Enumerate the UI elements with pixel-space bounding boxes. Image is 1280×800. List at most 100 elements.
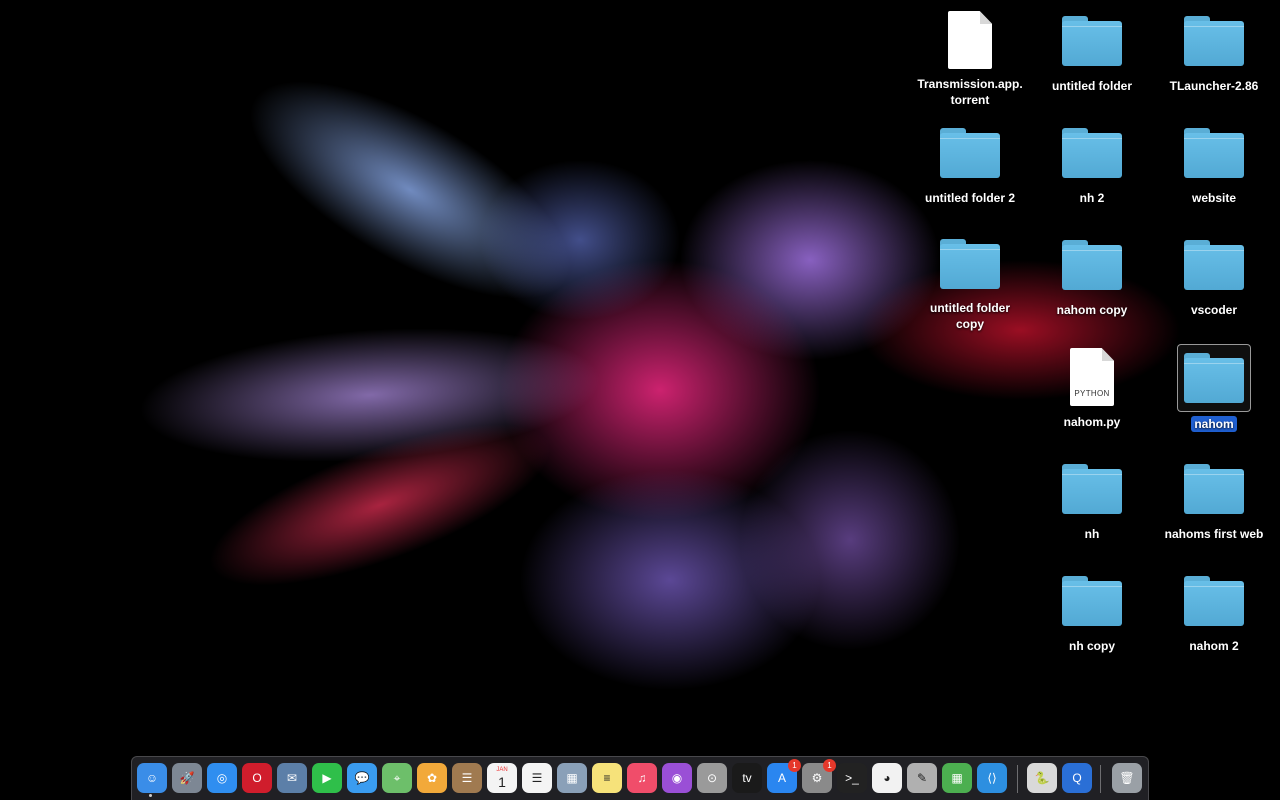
terminal-icon-glyph: >_ xyxy=(845,771,859,785)
app-store-icon-glyph: A xyxy=(777,771,786,785)
trash-icon[interactable]: 🗑 xyxy=(1112,763,1142,793)
podcasts-icon[interactable]: ◉ xyxy=(662,763,692,793)
desktop-icon-nh-copy[interactable]: nh copy xyxy=(1032,564,1152,668)
desktop-icon-label: untitled folder copy xyxy=(930,301,1010,331)
folder-icon xyxy=(940,239,1000,289)
desktop-icon-nahoms-first-web[interactable]: nahoms first web xyxy=(1154,452,1274,556)
disk-utility-icon-glyph: ⊙ xyxy=(706,771,718,785)
desktop-icon-label: nahom xyxy=(1191,416,1237,432)
folder-icon xyxy=(1184,464,1244,514)
folder-icon xyxy=(1062,576,1122,626)
desktop-icon-nh[interactable]: nh xyxy=(1032,452,1152,556)
launchpad-icon[interactable]: 🚀 xyxy=(172,763,202,793)
disk-utility-icon[interactable]: ⊙ xyxy=(697,763,727,793)
trash-icon-glyph: 🗑 xyxy=(1119,771,1135,785)
facetime-icon-glyph: ▶ xyxy=(322,771,332,785)
desktop-icon-nahom-py[interactable]: PYTHON nahom.py xyxy=(1032,340,1152,444)
preview-icon[interactable]: ▦ xyxy=(557,763,587,793)
music-icon[interactable]: ♫ xyxy=(627,763,657,793)
notes-icon[interactable]: ≡ xyxy=(592,763,622,793)
desktop-icon-nahom-2[interactable]: nahom 2 xyxy=(1154,564,1274,668)
maps-icon[interactable]: ⌖ xyxy=(382,763,412,793)
calendar-month-text: JAN xyxy=(496,766,508,773)
minecraft-launcher-icon[interactable]: ▦ xyxy=(942,763,972,793)
opera-icon[interactable]: O xyxy=(242,763,272,793)
apple-tv-icon-glyph: tv xyxy=(742,771,752,785)
maps-icon-glyph: ⌖ xyxy=(393,770,401,785)
calendar-day-text: 1 xyxy=(498,773,506,790)
desktop-icon-untitled-folder-copy[interactable]: untitled folder copy xyxy=(910,228,1030,332)
system-preferences-icon-glyph: ⚙ xyxy=(811,771,823,785)
dock-separator xyxy=(1017,765,1018,793)
chrome-icon[interactable]: ◕ xyxy=(872,763,902,793)
desktop-icon-untitled-folder-2[interactable]: untitled folder 2 xyxy=(910,116,1030,220)
desktop-icon-label: nh xyxy=(1084,527,1100,541)
desktop-icon-website[interactable]: website xyxy=(1154,116,1274,220)
desktop-icon-vscoder[interactable]: vscoder xyxy=(1154,228,1274,332)
desktop-icon-label: nahom.py xyxy=(1063,415,1121,429)
desktop-icon-label: nh copy xyxy=(1068,639,1115,653)
dock-separator xyxy=(1100,765,1101,793)
reminders-icon[interactable]: ☰ xyxy=(522,763,552,793)
desktop-icon-label: website xyxy=(1191,191,1236,205)
notification-badge: 1 xyxy=(823,759,836,772)
python-file-icon: PYTHON xyxy=(1070,348,1114,406)
app-store-icon[interactable]: A1 xyxy=(767,759,801,793)
calendar-icon[interactable]: JAN 1 xyxy=(487,763,517,793)
messages-icon-glyph: 💬 xyxy=(354,771,370,785)
quicktime-icon[interactable]: Q xyxy=(1062,763,1092,793)
folder-icon xyxy=(1062,464,1122,514)
desktop-icon-label: untitled folder xyxy=(1052,79,1132,93)
system-preferences-icon[interactable]: ⚙ 1 xyxy=(802,759,836,793)
terminal-icon[interactable]: >_ xyxy=(837,763,867,793)
finder-icon-glyph: ☺ xyxy=(145,771,159,785)
contacts-icon-glyph: ☰ xyxy=(461,771,473,785)
photos-icon-glyph: ✿ xyxy=(426,771,438,785)
script-editor-icon-glyph: ✎ xyxy=(916,771,928,785)
podcasts-icon-glyph: ◉ xyxy=(671,771,683,785)
desktop-icon-label: nahom 2 xyxy=(1189,639,1239,653)
facetime-icon[interactable]: ▶ xyxy=(312,763,342,793)
desktop-icon-label: untitled folder 2 xyxy=(925,191,1015,205)
music-icon-glyph: ♫ xyxy=(637,771,647,785)
desktop-icon-label: nahom copy xyxy=(1056,303,1128,317)
desktop-icon-nahom-selected[interactable]: nahom xyxy=(1154,340,1274,444)
desktop-icon-transmission-torrent[interactable]: Transmission.app. torrent xyxy=(910,4,1030,108)
safari-icon-glyph: ◎ xyxy=(216,771,228,785)
contacts-icon[interactable]: ☰ xyxy=(452,763,482,793)
quicktime-icon-glyph: Q xyxy=(1072,771,1082,785)
desktop-icon-tlauncher[interactable]: TLauncher-2.86 xyxy=(1154,4,1274,108)
folder-icon xyxy=(1184,240,1244,290)
folder-icon xyxy=(1062,240,1122,290)
dock: ☺ 🚀 ◎ O ✉ ▶ 💬 ⌖ ✿ ☰ JAN 1 ☰ ▦ ≡ ♫ ◉ ⊙ tv A 1 ⚙ 1 >_ ◕ ✎ ▦ ⟨⟩ 🐍 Q 🗑 xyxy=(131,756,1149,800)
desktop-icon-nh-2[interactable]: nh 2 xyxy=(1032,116,1152,220)
photos-icon[interactable]: ✿ xyxy=(417,763,447,793)
desktop-icon-label: Transmission.app. torrent xyxy=(917,77,1023,107)
minecraft-launcher-icon-glyph: ▦ xyxy=(951,771,963,785)
finder-icon[interactable]: ☺ xyxy=(137,763,167,793)
apple-tv-icon[interactable]: tv xyxy=(732,763,762,793)
chrome-icon-glyph: ◕ xyxy=(883,771,891,785)
desktop-icon-nahom-copy[interactable]: nahom copy xyxy=(1032,228,1152,332)
safari-icon[interactable]: ◎ xyxy=(207,763,237,793)
reminders-icon-glyph: ☰ xyxy=(531,771,543,785)
notes-icon-glyph: ≡ xyxy=(603,771,611,785)
messages-icon[interactable]: 💬 xyxy=(347,763,377,793)
mail-icon[interactable]: ✉ xyxy=(277,763,307,793)
finder-running-indicator xyxy=(149,794,152,797)
vscode-icon[interactable]: ⟨⟩ xyxy=(977,763,1007,793)
desktop-icon-label: vscoder xyxy=(1190,303,1238,317)
mail-icon-glyph: ✉ xyxy=(286,771,298,785)
notification-badge: 1 xyxy=(788,759,801,772)
folder-icon xyxy=(1062,16,1122,66)
folder-icon xyxy=(940,128,1000,178)
preview-icon-glyph: ▦ xyxy=(566,771,578,785)
python-launcher-icon[interactable]: 🐍 xyxy=(1027,763,1057,793)
desktop-icon-label: nh 2 xyxy=(1079,191,1105,205)
folder-icon xyxy=(1184,16,1244,66)
desktop-icon-untitled-folder[interactable]: untitled folder xyxy=(1032,4,1152,108)
python-file-tag: PYTHON xyxy=(1074,389,1110,398)
document-icon xyxy=(948,11,992,69)
script-editor-icon[interactable]: ✎ xyxy=(907,763,937,793)
launchpad-icon-glyph: 🚀 xyxy=(179,771,195,785)
